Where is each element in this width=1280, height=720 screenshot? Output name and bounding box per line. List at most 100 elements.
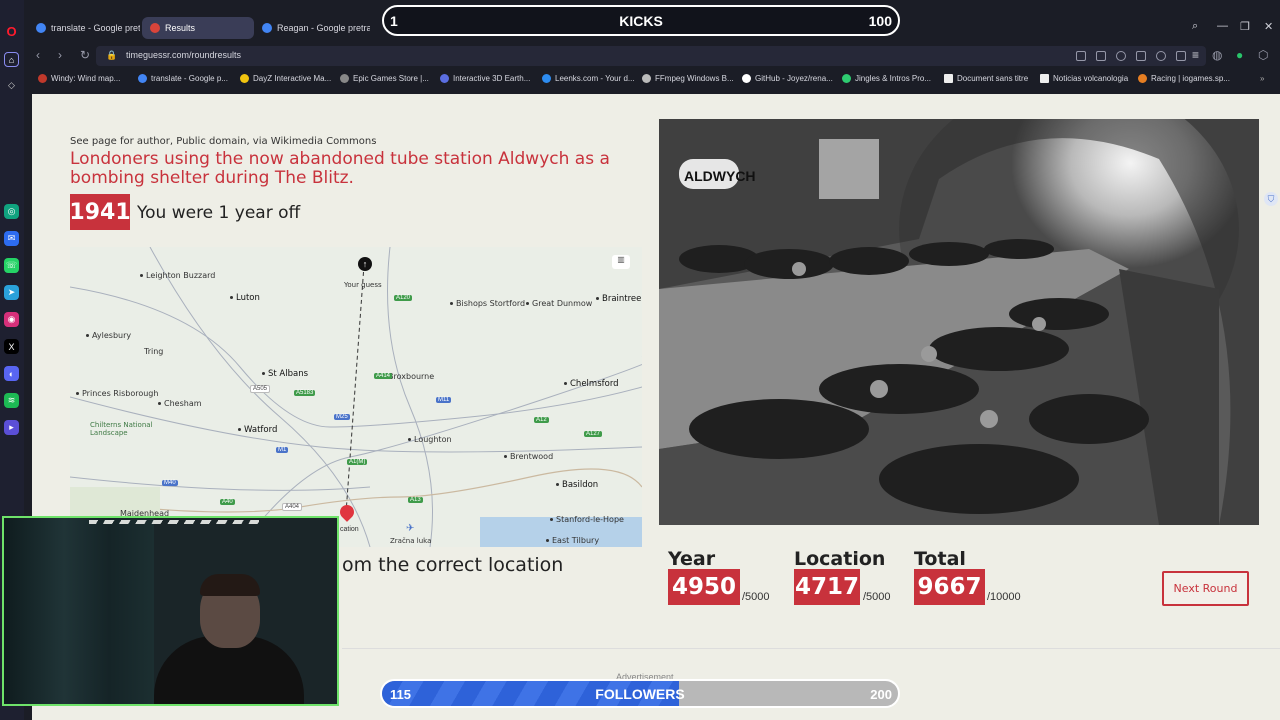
location-score-max: /5000 — [863, 591, 891, 603]
tab-results[interactable]: Results — [142, 17, 254, 39]
messenger-icon[interactable]: ✉ — [4, 231, 19, 246]
kicks-goal-bar: 1 KICKS 100 — [382, 5, 900, 36]
map-label: Loughton — [408, 435, 452, 444]
map-label: Braintree — [596, 294, 641, 304]
map-label: Stanford-le-Hope — [550, 515, 624, 524]
bookmark-item[interactable]: Noticias volcanologia — [1040, 74, 1128, 83]
google-icon — [36, 23, 46, 33]
minimize-button[interactable]: — — [1217, 20, 1228, 32]
bookmark-item[interactable]: Document sans titre — [944, 74, 1028, 83]
bookmark-item[interactable]: Interactive 3D Earth... — [440, 74, 530, 83]
kicks-label: KICKS — [619, 13, 663, 29]
leenks-icon — [542, 74, 551, 83]
url-field[interactable]: 🔒 timeguessr.com/roundresults — [96, 46, 1206, 66]
road-shield: A127 — [584, 431, 603, 437]
close-window-button[interactable]: ✕ — [1264, 20, 1273, 33]
aldwych-shelter-photo: ALDWYCH — [659, 119, 1259, 525]
road-shield: M11 — [436, 397, 452, 403]
reload-button[interactable]: ↻ — [80, 48, 90, 62]
opera-logo-icon[interactable]: O — [4, 24, 19, 39]
map-label: Princes Risborough — [76, 389, 158, 398]
total-score-value: 9667 — [914, 569, 985, 605]
spotify-icon[interactable]: ≋ — [4, 393, 19, 408]
menu-icon[interactable]: ≡ — [1192, 48, 1199, 62]
map-label: East Tilbury — [546, 536, 599, 545]
earth-icon — [440, 74, 449, 83]
kicks-goal: 100 — [868, 13, 892, 29]
total-score-label: Total — [914, 548, 966, 570]
year-score-label: Year — [668, 548, 716, 570]
map-label: Basildon — [556, 480, 598, 490]
webcam-background — [4, 518, 154, 704]
heart-icon[interactable] — [1156, 51, 1166, 61]
year-score-value: 4950 — [668, 569, 740, 605]
x-icon[interactable]: X — [4, 339, 19, 354]
map-label: Chelmsford — [564, 379, 619, 389]
road-shield: M25 — [334, 414, 350, 420]
bookmark-item[interactable]: Windy: Wind map... — [38, 74, 120, 83]
correct-year: 1941 — [69, 194, 131, 230]
road-shield: M40 — [162, 480, 178, 486]
extension-icon[interactable]: ● — [1236, 48, 1243, 62]
google-icon — [138, 74, 147, 83]
your-guess-label: Your guess — [344, 281, 382, 289]
maximize-button[interactable]: ❐ — [1240, 20, 1250, 33]
map-layers-button[interactable]: ▥ — [612, 255, 630, 269]
bookmark-item[interactable]: GitHub - Joyez/rena... — [742, 74, 833, 83]
ffmpeg-icon — [642, 74, 651, 83]
bookmark-item[interactable]: DayZ Interactive Ma... — [240, 74, 331, 83]
bookmark-item[interactable]: FFmpeg Windows B... — [642, 74, 734, 83]
timeguessr-icon — [150, 23, 160, 33]
edit-icon[interactable] — [1076, 51, 1086, 61]
address-bar-row: ‹ › ↻ 🔒 timeguessr.com/roundresults ≡ ◍ … — [24, 44, 1280, 68]
back-button[interactable]: ‹ — [36, 48, 40, 62]
translate-extension-icon[interactable]: ⛉ — [1264, 192, 1278, 206]
bookmark-item[interactable]: Racing | iogames.sp... — [1138, 74, 1230, 83]
airport-icon: ✈ — [406, 523, 415, 534]
road-shield: A40 — [220, 499, 235, 505]
road-shield: A13 — [408, 497, 423, 503]
image-attribution: See page for author, Public domain, via … — [70, 136, 377, 147]
bookmark-item[interactable]: Epic Games Store |... — [340, 74, 429, 83]
correct-location-label: cation — [340, 526, 359, 533]
home-icon[interactable]: ⌂ — [4, 52, 19, 67]
bookmark-item[interactable]: Leenks.com - Your d... — [542, 74, 635, 83]
map-label: Chilterns National Landscape — [90, 421, 153, 437]
dayz-icon — [240, 74, 249, 83]
webcam-frame-decoration — [89, 520, 259, 524]
station-sign: ALDWYCH — [684, 168, 756, 184]
followers-goal: 200 — [870, 687, 892, 702]
iogames-icon — [1138, 74, 1147, 83]
map-label: Great Dunmow — [526, 299, 592, 308]
instagram-icon[interactable]: ◉ — [4, 312, 19, 327]
profile-icon[interactable]: ◍ — [1212, 48, 1222, 62]
jingles-icon — [842, 74, 851, 83]
speed-dial-icon[interactable]: ◇ — [4, 78, 19, 93]
map-label: Bishops Stortford — [450, 299, 525, 308]
telegram-icon[interactable]: ➤ — [4, 285, 19, 300]
more-bookmarks-icon[interactable]: » — [1260, 74, 1264, 83]
download-icon[interactable] — [1176, 51, 1186, 61]
camera-icon[interactable] — [1096, 51, 1106, 61]
result-map[interactable]: Leighton Buzzard Luton Aylesbury Tring S… — [70, 247, 642, 547]
bookmarks-bar: Windy: Wind map... translate - Google p.… — [24, 69, 1280, 91]
road-shield: A505 — [250, 385, 271, 393]
guess-pin-icon[interactable]: ↑ — [358, 257, 372, 271]
road-shield: A1(M) — [347, 459, 368, 465]
tab-translate[interactable]: translate - Google pretraž — [28, 17, 140, 39]
player-icon[interactable]: ▸ — [4, 420, 19, 435]
chatgpt-icon[interactable]: ◎ — [4, 204, 19, 219]
bookmark-item[interactable]: Jingles & Intros Pro... — [842, 74, 931, 83]
forward-button[interactable]: › — [58, 48, 62, 62]
search-tabs-icon[interactable]: ⌕ — [1192, 20, 1198, 33]
shield-icon[interactable] — [1116, 51, 1126, 61]
discord-icon[interactable]: ◐ — [4, 366, 19, 381]
bookmark-item[interactable]: translate - Google p... — [138, 74, 228, 83]
streamer-hair — [200, 574, 260, 596]
play-icon[interactable] — [1136, 51, 1146, 61]
next-round-button[interactable]: Next Round — [1162, 571, 1249, 606]
whatsapp-icon[interactable]: ☏ — [4, 258, 19, 273]
distance-feedback: om the correct location — [342, 554, 564, 576]
settings-icon[interactable]: ⬡ — [1258, 48, 1268, 62]
tab-reagan[interactable]: Reagan - Google pretraži — [254, 17, 370, 39]
